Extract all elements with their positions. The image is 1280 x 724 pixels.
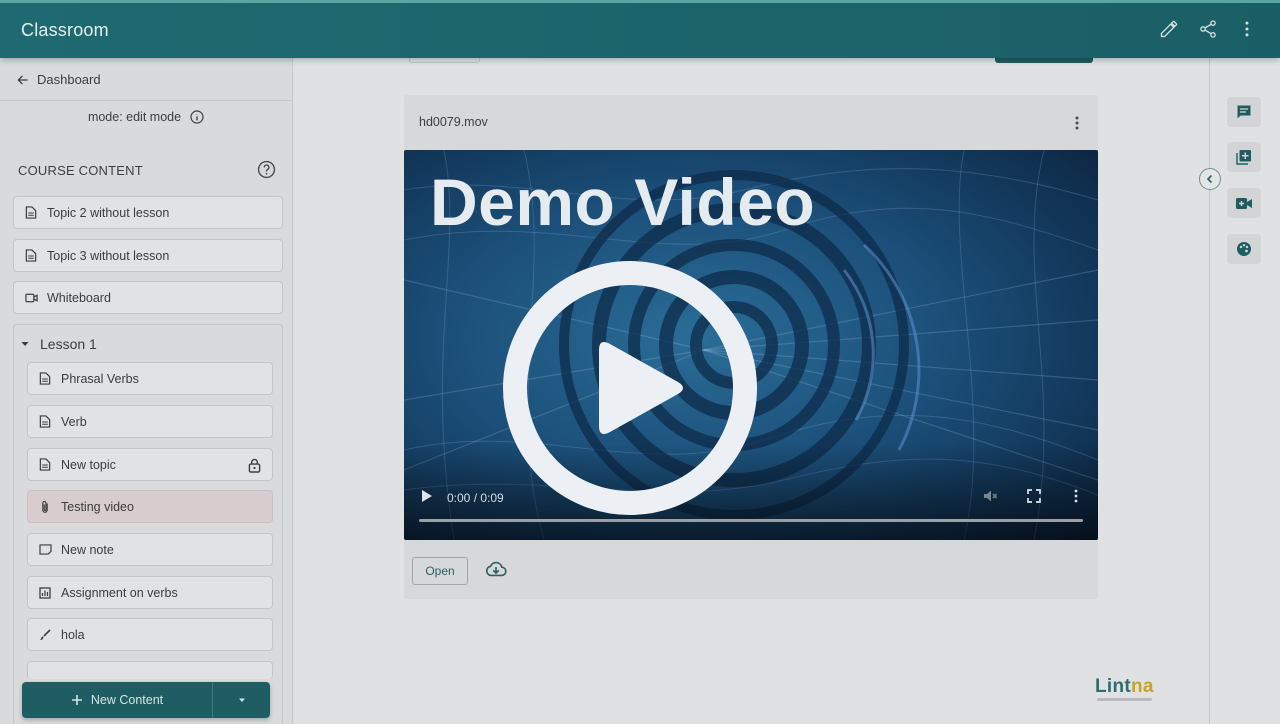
document-icon [38,415,52,429]
lesson-item-label: Assignment on verbs [61,585,178,600]
caret-down-icon [21,342,29,346]
more-vertical-icon[interactable] [1073,488,1079,504]
fullscreen-icon[interactable] [1027,489,1041,503]
mode-indicator: mode: edit mode [0,109,293,125]
video-icon [24,291,38,305]
lesson-item-new-note[interactable]: New note [27,533,273,566]
caret-down-icon [238,698,245,702]
more-vertical-icon[interactable] [1236,18,1258,40]
brush-icon [38,628,52,642]
cloud-download-icon[interactable] [485,560,507,578]
lesson-item-label: New note [61,542,114,557]
comments-button[interactable] [1227,97,1261,127]
app-title: Classroom [21,20,109,40]
lesson-item-label: Verb [61,414,87,429]
lesson-item-assignment-on-verbs[interactable]: Assignment on verbs [27,576,273,609]
note-icon [38,543,52,557]
lesson-item-hola[interactable]: hola [27,618,273,651]
pencil-icon[interactable] [1158,18,1180,40]
palette-button[interactable] [1227,234,1261,264]
collapse-rail-button[interactable] [1199,168,1221,190]
main-content: hd0079.mov Demo Video 0:00 / 0:09 Open L… [294,54,1209,724]
paperclip-icon [38,500,52,514]
brand-logo-part2: na [1131,676,1154,697]
comment-icon [1237,105,1251,119]
back-to-dashboard-link[interactable]: Dashboard [16,72,101,87]
palette-icon [1237,242,1251,256]
file-name: hd0079.mov [419,115,488,129]
arrow-left-icon [17,74,28,85]
sidebar-item-label: Whiteboard [47,290,111,305]
back-link-label: Dashboard [37,72,101,87]
new-content-dropdown-toggle[interactable] [212,682,270,718]
video-card: hd0079.mov Demo Video 0:00 / 0:09 Open [404,95,1098,599]
document-icon [24,249,38,263]
video-time: 0:00 / 0:09 [447,491,504,505]
video-progress-bar[interactable] [419,519,1083,522]
video-overlay-title: Demo Video [430,165,816,239]
add-content-button[interactable] [1227,142,1261,172]
course-content-heading: COURSE CONTENT [18,163,143,178]
app-header: Classroom [0,0,1280,58]
lesson-item-phrasal-verbs[interactable]: Phrasal Verbs [27,362,273,395]
lesson-item-new-topic[interactable]: New topic [27,448,273,481]
video-player[interactable]: Demo Video 0:00 / 0:09 [404,150,1098,540]
more-vertical-icon[interactable] [1074,115,1080,131]
sidebar-item-whiteboard[interactable]: Whiteboard [13,281,283,314]
chevron-left-icon [1206,174,1213,184]
right-rail [1199,58,1280,724]
sidebar: Dashboard mode: edit mode COURSE CONTENT… [0,58,293,724]
brand-logo-part1: Lint [1095,676,1132,697]
sidebar-item-label: Topic 3 without lesson [47,248,170,263]
lesson-title: Lesson 1 [40,336,97,352]
lesson-item-label: New topic [61,457,116,472]
new-content-button[interactable]: New Content [22,682,212,718]
document-icon [38,458,52,472]
lesson-item-label: Phrasal Verbs [61,371,139,386]
sidebar-item-topic-3[interactable]: Topic 3 without lesson [13,239,283,272]
plus-icon [71,695,82,705]
lesson-item-verb[interactable]: Verb [27,405,273,438]
video-call-icon [1236,197,1252,209]
play-circle-icon [503,261,757,515]
brand-tagline [1097,698,1152,701]
video-controls: 0:00 / 0:09 [404,482,1098,540]
lesson-item-testing-video[interactable]: Testing video [27,490,273,523]
header-actions [1158,18,1258,40]
new-content-split-button: New Content [22,682,270,718]
document-icon [38,372,52,386]
divider [0,100,292,101]
play-icon[interactable] [421,489,433,503]
play-overlay-button[interactable] [502,260,758,516]
library-add-icon [1236,150,1251,165]
lesson-item-label: hola [61,627,85,642]
brand-logo: Lintna [1095,676,1154,698]
help-icon[interactable] [257,160,276,179]
document-icon [24,206,38,220]
mode-label: mode: edit mode [87,110,182,124]
lesson-item-label: Testing video [61,499,134,514]
info-icon[interactable] [189,109,205,125]
lock-icon [248,458,261,476]
share-icon[interactable] [1197,18,1219,40]
sidebar-item-label: Topic 2 without lesson [47,205,170,220]
video-call-button[interactable] [1227,188,1261,218]
open-button[interactable]: Open [412,557,468,585]
volume-muted-icon[interactable] [982,488,998,504]
lesson-item-partial[interactable] [27,661,273,679]
new-content-label: New Content [90,693,164,707]
chart-icon [38,586,52,600]
sidebar-item-topic-2[interactable]: Topic 2 without lesson [13,196,283,229]
lesson-toggle[interactable]: Lesson 1 [20,336,97,352]
